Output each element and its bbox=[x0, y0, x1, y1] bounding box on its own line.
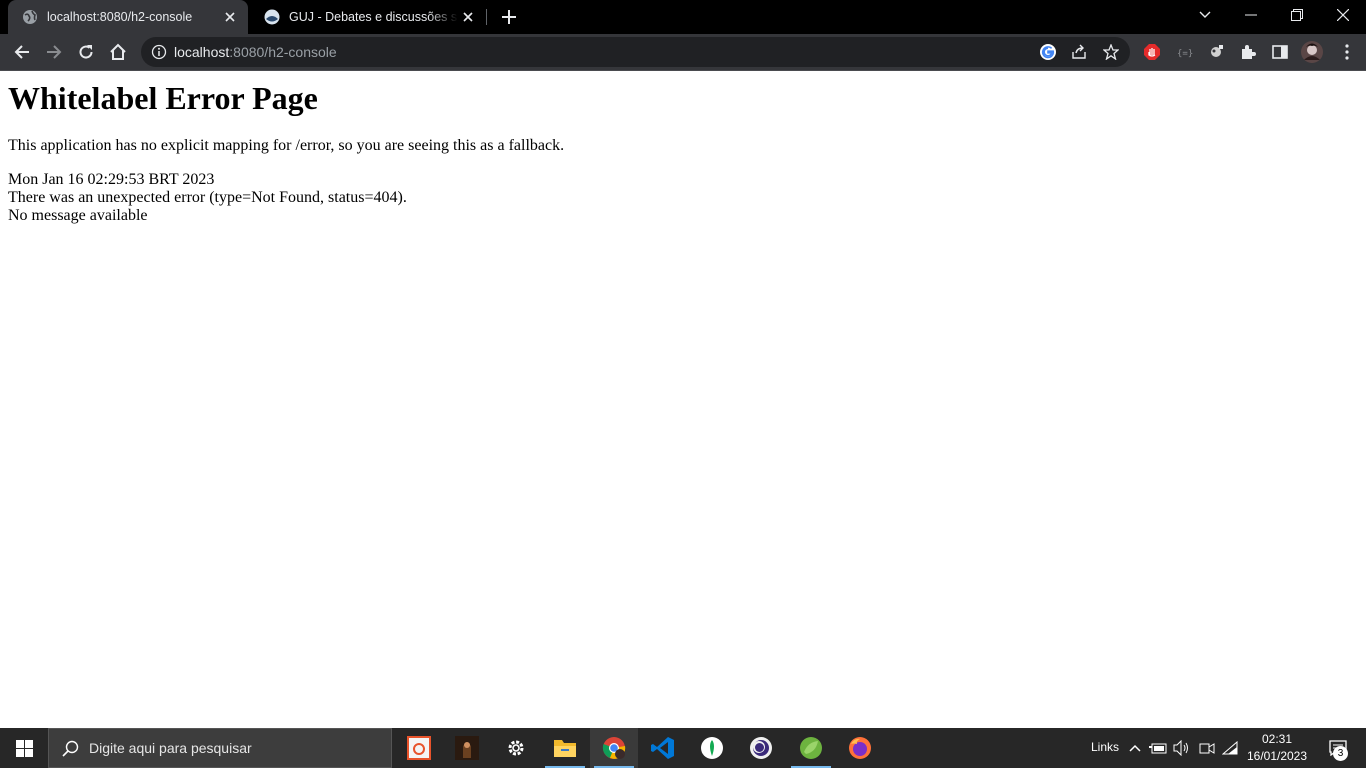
forward-button[interactable] bbox=[40, 38, 68, 66]
taskbar-app-office[interactable] bbox=[395, 728, 443, 768]
adblock-extension-icon[interactable] bbox=[1141, 41, 1163, 63]
taskbar-app-chrome[interactable] bbox=[590, 728, 638, 768]
eclipse-icon bbox=[750, 737, 772, 759]
error-description: This application has no explicit mapping… bbox=[8, 137, 565, 154]
bookmark-star-icon[interactable] bbox=[1102, 43, 1120, 61]
clock-date: 16/01/2023 bbox=[1246, 749, 1308, 763]
share-icon[interactable] bbox=[1070, 43, 1088, 61]
new-tab-button[interactable] bbox=[497, 5, 521, 29]
puzzle-dev-extension-icon[interactable] bbox=[1205, 41, 1227, 63]
extensions-icon[interactable] bbox=[1237, 41, 1259, 63]
office-app-icon bbox=[407, 736, 431, 760]
tab-guj[interactable]: GUJ - Debates e discussões sobre bbox=[250, 0, 486, 34]
error-message: No message available bbox=[8, 207, 148, 224]
mongodb-icon bbox=[701, 737, 723, 759]
error-details: There was an unexpected error (type=Not … bbox=[8, 189, 407, 206]
chevron-down-icon bbox=[1199, 11, 1211, 18]
side-panel-icon[interactable] bbox=[1269, 41, 1291, 63]
url-host: localhost bbox=[174, 44, 230, 60]
taskbar-app-game[interactable] bbox=[443, 728, 491, 768]
spring-icon bbox=[800, 737, 822, 759]
links-toolbar-label[interactable]: Links bbox=[1091, 740, 1119, 754]
camera-icon[interactable] bbox=[1197, 738, 1217, 758]
folder-icon bbox=[554, 740, 576, 757]
profile-avatar[interactable] bbox=[1301, 41, 1323, 63]
site-info-icon[interactable] bbox=[151, 44, 167, 60]
url-path: :8080/h2-console bbox=[229, 44, 337, 60]
taskbar-app-file-explorer[interactable] bbox=[541, 728, 589, 768]
back-button[interactable] bbox=[8, 38, 36, 66]
url-text: localhost:8080/h2-console bbox=[174, 44, 337, 60]
taskbar-app-firefox[interactable] bbox=[836, 728, 884, 768]
minimize-icon bbox=[1245, 14, 1257, 16]
start-button[interactable] bbox=[0, 728, 48, 768]
taskbar-app-spring-tools[interactable] bbox=[787, 728, 835, 768]
globe-icon bbox=[22, 9, 38, 25]
tab-separator bbox=[486, 9, 487, 25]
battery-icon[interactable] bbox=[1148, 738, 1168, 758]
reload-button[interactable] bbox=[72, 38, 100, 66]
notification-count-badge: 3 bbox=[1333, 746, 1348, 761]
arrow-left-icon bbox=[14, 45, 29, 59]
svg-text:{=}: {=} bbox=[1177, 49, 1193, 59]
vscode-icon bbox=[651, 737, 674, 759]
minimize-button[interactable] bbox=[1228, 0, 1274, 30]
tab-strip: localhost:8080/h2-console GUJ - Debates … bbox=[0, 0, 1366, 34]
chevron-up-icon bbox=[1129, 744, 1141, 752]
google-lens-icon[interactable] bbox=[1039, 43, 1057, 61]
clock-time: 02:31 bbox=[1261, 732, 1293, 746]
home-icon bbox=[110, 43, 126, 60]
volume-icon[interactable] bbox=[1172, 738, 1192, 758]
browser-toolbar: localhost:8080/h2-console {=} bbox=[0, 34, 1366, 70]
taskbar-app-settings[interactable] bbox=[492, 728, 540, 768]
taskbar-clock[interactable]: 02:31 16/01/2023 bbox=[1240, 731, 1314, 765]
tab-h2-console[interactable]: localhost:8080/h2-console bbox=[8, 0, 248, 34]
tab-title: GUJ - Debates e discussões sobre bbox=[289, 10, 458, 24]
address-bar[interactable]: localhost:8080/h2-console bbox=[141, 37, 1130, 67]
plus-icon bbox=[502, 10, 516, 24]
restore-button[interactable] bbox=[1274, 0, 1320, 30]
search-placeholder: Digite aqui para pesquisar bbox=[89, 740, 252, 756]
close-icon bbox=[1337, 9, 1349, 21]
windows-taskbar: Digite aqui para pesquisar Links 02:31 1… bbox=[0, 728, 1366, 768]
taskbar-app-mongodb[interactable] bbox=[688, 728, 736, 768]
wifi-icon[interactable] bbox=[1220, 738, 1240, 758]
arrow-right-icon bbox=[47, 45, 62, 59]
error-timestamp: Mon Jan 16 02:29:53 BRT 2023 bbox=[8, 171, 215, 188]
firefox-icon bbox=[849, 737, 871, 759]
page-content: Whitelabel Error Page This application h… bbox=[0, 71, 1366, 728]
windows-logo-icon bbox=[15, 739, 33, 757]
more-vertical-icon bbox=[1345, 44, 1349, 60]
json-extension-icon[interactable]: {=} bbox=[1173, 41, 1195, 63]
show-hidden-icons-button[interactable] bbox=[1125, 738, 1145, 758]
game-app-icon bbox=[455, 736, 479, 760]
taskbar-search-box[interactable]: Digite aqui para pesquisar bbox=[48, 728, 392, 768]
gear-icon bbox=[508, 740, 524, 756]
reload-icon bbox=[79, 45, 93, 59]
search-icon bbox=[62, 740, 79, 757]
tab-search-button[interactable] bbox=[1182, 0, 1228, 30]
chrome-menu-button[interactable] bbox=[1336, 41, 1358, 63]
tab-title: localhost:8080/h2-console bbox=[47, 10, 193, 24]
chrome-icon bbox=[602, 737, 626, 759]
close-tab-icon[interactable] bbox=[458, 7, 478, 27]
taskbar-app-vscode[interactable] bbox=[639, 728, 687, 768]
guj-icon bbox=[264, 9, 280, 25]
close-window-button[interactable] bbox=[1320, 0, 1366, 30]
home-button[interactable] bbox=[104, 38, 132, 66]
page-title: Whitelabel Error Page bbox=[8, 80, 318, 116]
close-tab-icon[interactable] bbox=[220, 7, 240, 27]
taskbar-app-eclipse[interactable] bbox=[737, 728, 785, 768]
restore-icon bbox=[1291, 9, 1303, 21]
